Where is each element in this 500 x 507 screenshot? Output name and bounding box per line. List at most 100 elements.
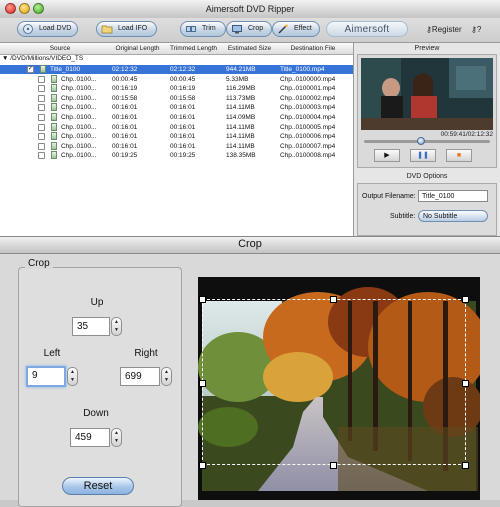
down-stepper[interactable]: ▲ ▼ xyxy=(111,428,122,447)
effect-button[interactable]: Effect xyxy=(272,21,320,37)
title-bar: Aimersoft DVD Ripper xyxy=(0,0,500,19)
help-link[interactable]: ⚷? xyxy=(471,25,481,34)
cell-source: Chp..0100... xyxy=(61,104,97,112)
crop-preview-canvas[interactable] xyxy=(198,277,480,500)
column-header-estimated-size[interactable]: Estimated Size xyxy=(222,45,277,52)
output-filename-input[interactable]: Title_0100 xyxy=(418,190,488,202)
file-icon xyxy=(51,122,57,131)
row-checkbox[interactable] xyxy=(38,85,45,93)
row-checkbox[interactable] xyxy=(38,114,45,121)
crop-handle-top-right[interactable] xyxy=(462,296,469,303)
reset-button[interactable]: Reset xyxy=(62,477,134,495)
arrow-up-icon: ▲ xyxy=(114,319,119,325)
left-stepper[interactable]: ▲ ▼ xyxy=(67,367,78,386)
table-row[interactable]: Chp..0100... 00:16:01 00:16:01 114.09MB Chp.… xyxy=(0,113,353,122)
crop-handle-left[interactable] xyxy=(199,380,206,387)
load-ifo-button[interactable]: Load IFO xyxy=(96,21,157,37)
cell-trimmed: 00:00:45 xyxy=(170,75,196,83)
stop-button[interactable]: ■ xyxy=(446,149,472,162)
table-row[interactable]: Chp..0100... 00:19:25 00:19:25 138.35MB Chp.… xyxy=(0,151,353,160)
pause-icon: ❚❚ xyxy=(417,152,429,159)
table-row[interactable]: Chp..0100... 00:16:01 00:16:01 114.11MB Chp.… xyxy=(0,122,353,132)
crop-button[interactable]: Crop xyxy=(226,21,272,37)
table-header: Source Original Length Trimmed Length Es… xyxy=(0,43,353,55)
table-row[interactable]: Chp..0100... 00:16:01 00:16:01 114.11MB Chp.… xyxy=(0,141,353,151)
register-link[interactable]: ⚷Register xyxy=(426,25,462,34)
crop-handle-bottom-right[interactable] xyxy=(462,462,469,469)
column-header-source[interactable]: Source xyxy=(40,45,80,52)
cell-trimmed: 00:16:01 xyxy=(170,104,196,112)
cell-source: Chp..0100... xyxy=(61,123,97,131)
crop-handle-bottom[interactable] xyxy=(330,462,337,469)
dvd-options-title: DVD Options xyxy=(406,173,448,180)
load-dvd-label: Load DVD xyxy=(39,25,72,32)
load-dvd-button[interactable]: Load DVD xyxy=(17,21,78,37)
file-icon xyxy=(51,113,57,121)
subtitle-select[interactable]: No Subtitle xyxy=(418,210,488,222)
row-checkbox[interactable] xyxy=(38,152,45,160)
seek-slider-thumb[interactable] xyxy=(416,137,425,145)
up-input[interactable]: 35 xyxy=(72,317,110,336)
row-checkbox[interactable] xyxy=(38,104,45,112)
crop-selection-rectangle[interactable] xyxy=(202,299,466,465)
file-table: Source Original Length Trimmed Length Es… xyxy=(0,43,354,236)
table-row[interactable]: Chp..0100... 00:16:01 00:16:01 114.11MB Chp.… xyxy=(0,103,353,112)
disclosure-triangle-icon[interactable]: ▼ xyxy=(2,55,8,62)
play-button[interactable]: ▶ xyxy=(374,149,400,162)
seek-slider-track[interactable] xyxy=(364,140,490,143)
cell-size: 113.73MB xyxy=(226,94,256,102)
right-stepper[interactable]: ▲ ▼ xyxy=(161,367,172,386)
main-window: Aimersoft DVD Ripper Load DVD Load IFO T… xyxy=(0,0,500,236)
row-checkbox[interactable]: ✓ xyxy=(27,66,34,73)
cell-size: 116.29MB xyxy=(226,85,256,93)
disc-icon xyxy=(23,24,33,34)
cell-original: 00:00:45 xyxy=(112,75,138,83)
column-header-original-length[interactable]: Original Length xyxy=(110,45,165,52)
down-input[interactable]: 459 xyxy=(70,428,110,447)
cell-source: Chp..0100... xyxy=(61,114,97,121)
crop-handle-top-left[interactable] xyxy=(199,296,206,303)
cell-trimmed: 00:16:01 xyxy=(170,123,196,131)
aimersoft-logo: Aimersoft xyxy=(326,21,408,37)
row-checkbox[interactable] xyxy=(38,142,45,150)
up-stepper[interactable]: ▲ ▼ xyxy=(111,317,122,336)
tree-root[interactable]: ▼ /DVD/Millions/VIDEO_TS xyxy=(2,55,83,62)
cell-size: 114.11MB xyxy=(226,133,255,141)
table-row[interactable]: Chp..0100... 00:00:45 00:00:45 5.33MB Chp..0… xyxy=(0,74,353,84)
cell-trimmed: 00:15:58 xyxy=(170,94,196,102)
column-header-destination-file[interactable]: Destination File xyxy=(280,45,346,52)
crop-handle-bottom-left[interactable] xyxy=(199,462,206,469)
output-filename-label: Output Filename: xyxy=(362,193,416,200)
cell-size: 114.09MB xyxy=(226,114,256,121)
row-checkbox[interactable] xyxy=(38,75,45,83)
cell-source: Chp..0100... xyxy=(61,75,97,83)
subtitle-label: Subtitle: xyxy=(390,213,416,220)
table-row[interactable]: Chp..0100... 00:16:19 00:16:19 116.29MB Chp.… xyxy=(0,84,353,93)
table-row-selected[interactable]: ✓ Title_0100 02:12:32 02:12:32 944.21MB Title… xyxy=(0,65,353,74)
stop-icon: ■ xyxy=(456,152,462,159)
right-input[interactable]: 699 xyxy=(120,367,160,386)
pause-button[interactable]: ❚❚ xyxy=(410,149,436,162)
trim-button[interactable]: Trim xyxy=(180,21,226,37)
column-header-trimmed-length[interactable]: Trimmed Length xyxy=(166,45,221,52)
row-checkbox[interactable] xyxy=(38,123,45,131)
cell-dest: Chp..0100008.mp4 xyxy=(280,152,336,160)
table-row[interactable]: Chp..0100... 00:16:01 00:16:01 114.11MB Chp.… xyxy=(0,132,353,141)
arrow-down-icon: ▼ xyxy=(114,327,119,333)
side-panel: Preview 00:59:41/02:12:32 ▶ ❚❚ ■ DVD Opt… xyxy=(354,43,500,236)
cell-source: Title_0100 xyxy=(50,66,81,73)
cell-dest: Chp..0100000.mp4 xyxy=(280,75,336,83)
video-frame-image xyxy=(361,58,493,130)
cell-source: Chp..0100... xyxy=(61,133,97,141)
down-label: Down xyxy=(83,408,109,419)
table-row[interactable]: Chp..0100... 00:15:58 00:15:58 113.73MB Chp.… xyxy=(0,93,353,103)
file-icon xyxy=(51,103,57,112)
left-input[interactable]: 9 xyxy=(26,366,66,387)
crop-handle-top[interactable] xyxy=(330,296,337,303)
crop-handle-right[interactable] xyxy=(462,380,469,387)
cell-source: Chp..0100... xyxy=(61,152,97,160)
cell-size: 114.11MB xyxy=(226,142,255,150)
file-icon xyxy=(51,84,57,93)
row-checkbox[interactable] xyxy=(38,133,45,141)
row-checkbox[interactable] xyxy=(38,94,45,102)
